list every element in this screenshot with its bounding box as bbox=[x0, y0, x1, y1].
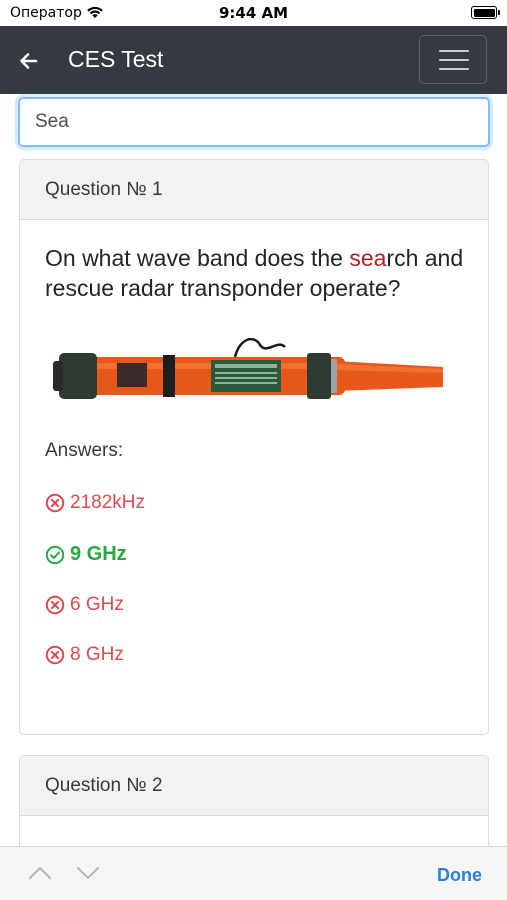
answer-text: 6 GHz bbox=[70, 594, 124, 615]
question-body: On what wave band does the search and re… bbox=[20, 220, 488, 690]
search-field[interactable] bbox=[18, 97, 490, 147]
radar-transponder-image bbox=[45, 317, 465, 432]
chevron-down-icon[interactable] bbox=[75, 864, 101, 882]
answer-option: 2182kHz bbox=[45, 492, 463, 514]
page-title: CES Test bbox=[68, 46, 164, 72]
answer-text: 8 GHz bbox=[70, 644, 124, 665]
answer-option-correct: 9 GHz bbox=[45, 543, 463, 566]
back-arrow-icon[interactable] bbox=[16, 48, 42, 74]
question-header: Question № 2 bbox=[20, 756, 488, 816]
chevron-up-icon[interactable] bbox=[27, 864, 53, 882]
status-time: 9:44 AM bbox=[218, 4, 289, 22]
question-card: Question № 1 On what wave band does the … bbox=[19, 159, 489, 735]
answer-option: 6 GHz bbox=[45, 594, 463, 616]
menu-toggle-button[interactable] bbox=[419, 35, 487, 84]
x-circle-icon bbox=[45, 645, 65, 665]
hamburger-icon-bar bbox=[439, 68, 469, 70]
hamburger-icon-bar bbox=[439, 59, 469, 61]
status-bar: Оператор 9:44 AM bbox=[0, 0, 507, 26]
check-circle-icon bbox=[45, 545, 65, 565]
hamburger-icon-bar bbox=[439, 50, 469, 52]
x-circle-icon bbox=[45, 493, 65, 513]
question-text-part: On what wave band does the bbox=[45, 245, 350, 271]
answer-text: 9 GHz bbox=[70, 543, 127, 565]
question-header: Question № 1 bbox=[20, 160, 488, 220]
question-text: On what wave band does the search and re… bbox=[45, 244, 465, 303]
keyboard-toolbar: Done bbox=[0, 846, 507, 900]
battery-icon bbox=[471, 6, 500, 19]
answer-text: 2182kHz bbox=[70, 492, 145, 513]
search-input[interactable] bbox=[20, 99, 488, 145]
navbar: CES Test bbox=[0, 26, 507, 94]
answers-label: Answers: bbox=[45, 440, 124, 461]
x-circle-icon bbox=[45, 595, 65, 615]
done-button[interactable]: Done bbox=[437, 865, 482, 886]
answer-option: 8 GHz bbox=[45, 644, 463, 666]
search-highlight: sea bbox=[349, 245, 387, 271]
